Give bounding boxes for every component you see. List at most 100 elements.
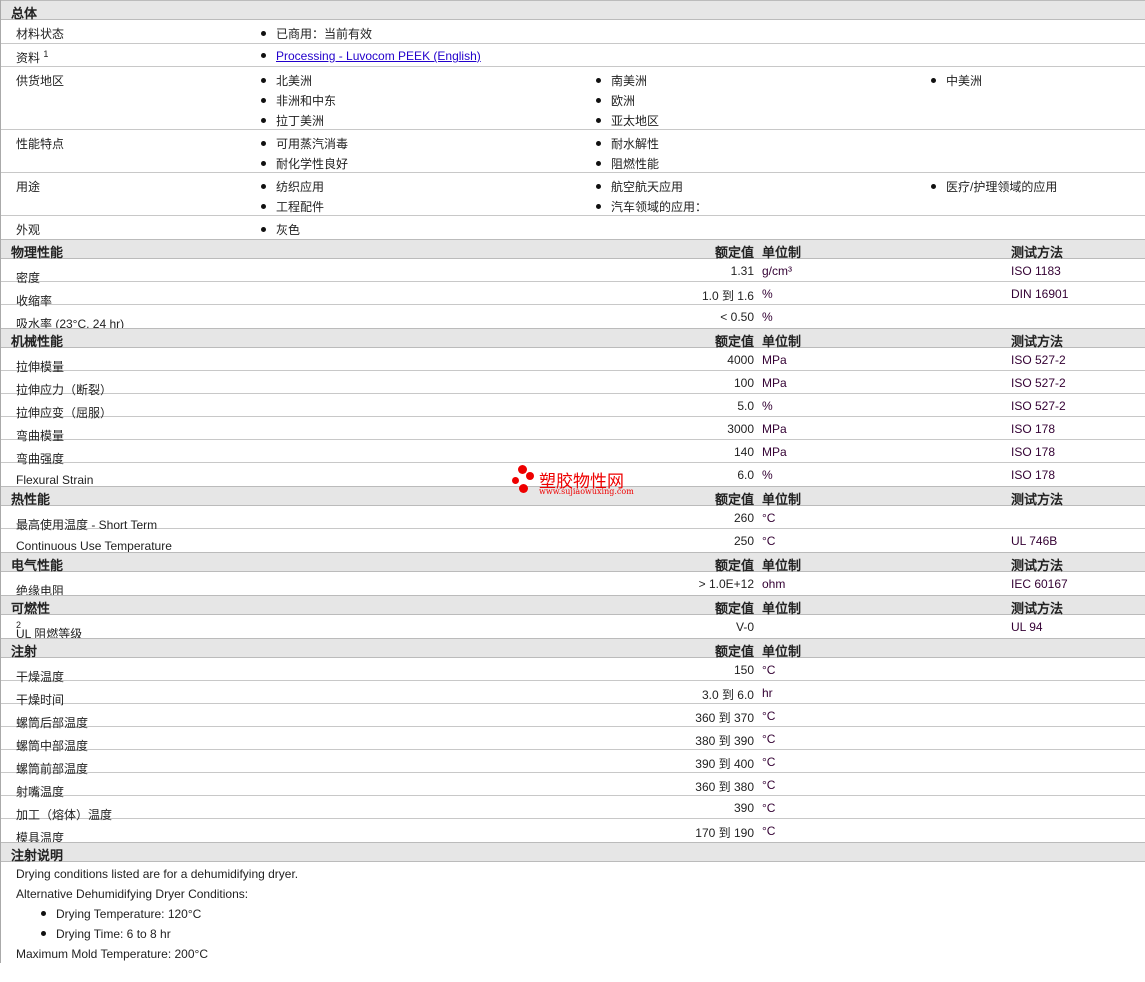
table-row: 弯曲模量 3000 MPa ISO 178 xyxy=(1,417,1145,443)
property-value: 6.0 xyxy=(737,468,754,482)
processing-doc-link[interactable]: Processing - Luvocom PEEK (English) xyxy=(276,49,481,63)
property-unit: MPa xyxy=(762,422,787,436)
list-item: 欧洲 xyxy=(596,92,635,109)
property-unit: % xyxy=(762,287,773,301)
section-general: 总体 xyxy=(1,0,1145,21)
injection-notes: Drying conditions listed are for a dehum… xyxy=(1,862,1145,982)
property-unit: °C xyxy=(762,534,776,548)
property-value: 360 到 380 xyxy=(695,780,754,794)
property-unit: °C xyxy=(762,755,776,769)
table-row: 模具温度 170 到 190 °C xyxy=(16,824,776,845)
table-row: 密度 1.31 g/cm³ ISO 1183 xyxy=(1,259,1145,285)
table-row: 射嘴温度 360 到 380 °C xyxy=(1,773,1145,799)
table-row: 拉伸应变（屈服） 5.0 % ISO 527-2 xyxy=(1,394,1145,420)
list-item: 工程配件 xyxy=(261,198,324,215)
list-item: 耐水解性 xyxy=(596,135,659,152)
property-value: 170 到 190 xyxy=(695,826,754,840)
list-item: 汽车领域的应用： xyxy=(596,198,707,215)
property-value: 360 到 370 xyxy=(695,711,754,725)
property-unit: hr xyxy=(762,686,773,700)
table-row: 干燥温度 150 °C xyxy=(1,658,1145,684)
list-item: 拉丁美洲 xyxy=(261,112,324,129)
property-value: 1.31 xyxy=(730,264,754,278)
property-value: 150 xyxy=(733,663,754,677)
property-value: 140 xyxy=(733,445,754,459)
property-unit: % xyxy=(762,399,773,413)
list-item: 医疗/护理领域的应用 xyxy=(931,178,1057,195)
property-value: < 0.50 xyxy=(720,310,754,324)
test-method: IEC 60167 xyxy=(1011,577,1068,591)
note-line: Drying conditions listed are for a dehum… xyxy=(16,867,299,881)
row-status: 材料状态 已商用：当前有效 xyxy=(1,20,1145,44)
table-row: 拉伸应力（断裂） 100 MPa ISO 527-2 xyxy=(1,371,1145,397)
table-row: 加工（熔体）温度 390 °C xyxy=(1,796,1145,822)
test-method: DIN 16901 xyxy=(1011,287,1069,301)
table-row: Continuous Use Temperature 250 °C UL 746B xyxy=(16,534,1058,553)
property-unit: MPa xyxy=(762,353,787,367)
table-row: 螺筒前部温度 390 到 400 °C xyxy=(1,750,1145,776)
table-row: UL 阻燃等级 2 V-0 UL 94 xyxy=(1,615,1145,641)
list-item: 可用蒸汽消毒 xyxy=(261,135,348,152)
row-uses: 用途 纺织应用 航空航天应用 医疗/护理领域的应用 工程配件 汽车领域的应用： xyxy=(1,173,1145,216)
list-item: 灰色 xyxy=(261,221,300,238)
property-unit: g/cm³ xyxy=(762,264,792,278)
property-value: 100 xyxy=(733,376,754,390)
list-item: 非洲和中东 xyxy=(261,92,336,109)
property-value: 4000 xyxy=(727,353,754,367)
property-unit: °C xyxy=(762,511,776,525)
section-injection: 注射 额定值 单位制 xyxy=(1,638,1145,659)
row-appearance: 外观 灰色 xyxy=(16,221,301,238)
property-value: 5.0 xyxy=(737,399,754,413)
row-features: 性能特点 可用蒸汽消毒 耐水解性 耐化学性良好 阻燃性能 xyxy=(1,130,1145,173)
property-unit: °C xyxy=(762,778,776,792)
test-method: ISO 527-2 xyxy=(1011,353,1066,367)
list-item: 北美洲 xyxy=(261,72,312,89)
list-item: 纺织应用 xyxy=(261,178,324,195)
list-item: 中美洲 xyxy=(931,72,982,89)
section-mechanical: 机械性能 额定值 单位制 测试方法 xyxy=(1,328,1145,349)
test-method: ISO 527-2 xyxy=(1011,399,1066,413)
list-item: 亚太地区 xyxy=(596,112,659,129)
table-row: 吸水率 (23°C, 24 hr) < 0.50 % xyxy=(16,310,773,331)
property-name: UL 阻燃等级 2 xyxy=(16,620,83,641)
list-item: 耐化学性良好 xyxy=(261,155,348,172)
property-unit: °C xyxy=(762,801,776,815)
property-unit: °C xyxy=(762,732,776,746)
list-item: Processing - Luvocom PEEK (English) xyxy=(261,49,481,63)
note-line: Maximum Mold Temperature: 200°C xyxy=(16,947,208,961)
property-value: > 1.0E+12 xyxy=(698,577,754,591)
property-unit: MPa xyxy=(762,376,787,390)
list-item: 阻燃性能 xyxy=(596,155,659,172)
table-row: 最高使用温度 - Short Term 260 °C xyxy=(1,506,1145,532)
section-notes: 注射说明 xyxy=(1,842,1145,863)
property-value: 3000 xyxy=(727,422,754,436)
property-value: 3.0 到 6.0 xyxy=(701,688,754,702)
row-docs: 资料 1 Processing - Luvocom PEEK (English) xyxy=(1,44,1145,67)
property-value: 390 到 400 xyxy=(695,757,754,771)
table-row: 绝缘电阻 > 1.0E+12 ohm IEC 60167 xyxy=(16,577,1068,598)
test-method: ISO 1183 xyxy=(1011,264,1061,278)
property-value: 390 xyxy=(733,801,754,815)
list-item: 航空航天应用 xyxy=(596,178,683,195)
property-unit: % xyxy=(762,468,773,482)
property-value: 260 xyxy=(733,511,754,525)
property-unit: °C xyxy=(762,663,776,677)
property-value: 1.0 到 1.6 xyxy=(701,289,754,303)
table-row: 收缩率 1.0 到 1.6 % DIN 16901 xyxy=(1,282,1145,308)
table-row: 螺筒中部温度 380 到 390 °C xyxy=(1,727,1145,753)
list-item: 已商用：当前有效 xyxy=(261,25,372,42)
list-item: 南美洲 xyxy=(596,72,647,89)
test-method: UL 746B xyxy=(1011,534,1058,548)
watermark-logo: 塑胶物性网 www.sujiaowuxing.com xyxy=(509,463,649,501)
property-unit: % xyxy=(762,310,773,324)
note-line: Alternative Dehumidifying Dryer Conditio… xyxy=(16,887,249,901)
table-row: 拉伸模量 4000 MPa ISO 527-2 xyxy=(1,348,1145,374)
section-physical: 物理性能 额定值 单位制 测试方法 xyxy=(1,239,1145,260)
test-method: ISO 178 xyxy=(1011,422,1056,436)
property-unit: °C xyxy=(762,709,776,723)
test-method: ISO 178 xyxy=(1011,468,1056,482)
property-unit: °C xyxy=(762,824,776,838)
note-bullet: Drying Temperature: 120°C xyxy=(41,907,201,921)
section-flammability: 可燃性 额定值 单位制 测试方法 xyxy=(1,595,1145,616)
property-unit: ohm xyxy=(762,577,786,591)
